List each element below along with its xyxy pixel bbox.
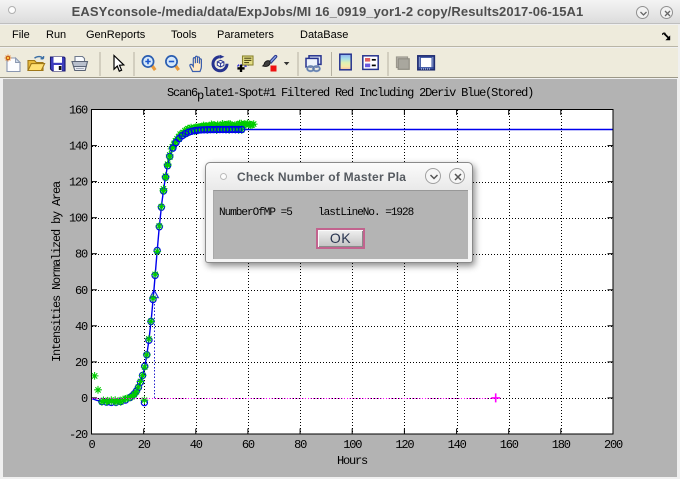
svg-text:60: 60: [75, 284, 88, 298]
svg-text:200: 200: [604, 438, 623, 452]
svg-text:140: 140: [448, 438, 467, 452]
svg-text:Intensities Normalized by Area: Intensities Normalized by Area: [50, 181, 64, 362]
svg-text:120: 120: [69, 176, 88, 190]
svg-text:20: 20: [75, 356, 88, 370]
svg-text:60: 60: [242, 438, 255, 452]
svg-text:140: 140: [69, 140, 88, 154]
svg-text:160: 160: [500, 438, 519, 452]
svg-text:80: 80: [294, 438, 307, 452]
svg-text:Scan6plate1-Spot#1 Filtered Re: Scan6plate1-Spot#1 Filtered Red Includin…: [167, 86, 533, 103]
svg-text:0: 0: [88, 438, 95, 452]
svg-text:100: 100: [69, 212, 88, 226]
svg-text:Hours: Hours: [337, 454, 368, 468]
svg-text:160: 160: [69, 104, 88, 118]
svg-text:180: 180: [552, 438, 571, 452]
svg-text:20: 20: [138, 438, 151, 452]
svg-text:100: 100: [343, 438, 362, 452]
svg-text:120: 120: [395, 438, 414, 452]
svg-text:40: 40: [75, 320, 88, 334]
svg-text:-20: -20: [69, 428, 88, 442]
svg-text:0: 0: [81, 392, 88, 406]
svg-text:80: 80: [75, 248, 88, 262]
svg-text:40: 40: [190, 438, 203, 452]
